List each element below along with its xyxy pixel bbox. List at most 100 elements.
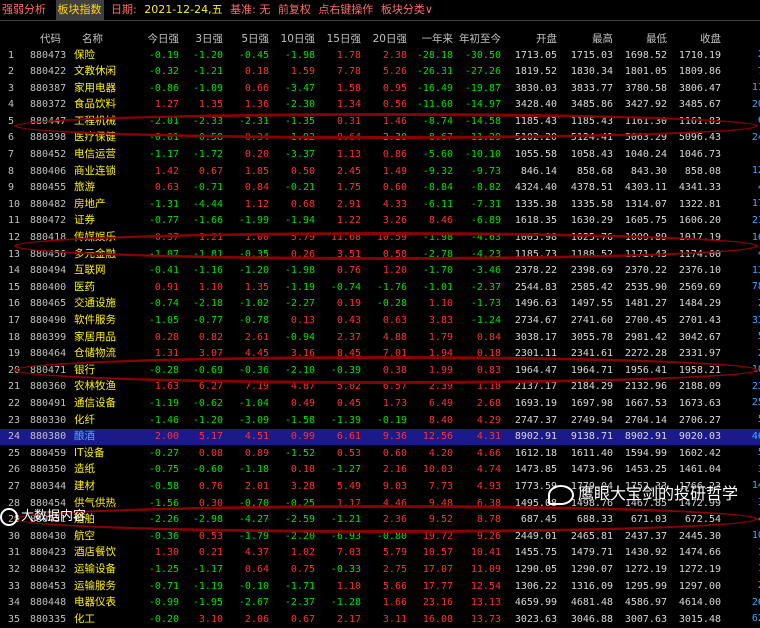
sector-name: 软件服务: [74, 314, 116, 326]
column-header[interactable]: 名称: [74, 29, 138, 47]
column-header[interactable]: 3日强: [182, 29, 226, 47]
table-row[interactable]: 23 880330 化纤 -1.46 -1.20 -3.09 -1.58 -1.39 -0.19…: [0, 412, 760, 429]
table-row[interactable]: 12 880418 传媒娱乐 0.37 1.21 1.00 5.79 11.68 10.59 -1…: [0, 230, 760, 247]
table-row[interactable]: 1 880473 保险 -0.19 -1.20 -0.45 -1.98 1.78 2.38 -28…: [0, 47, 760, 64]
sector-code: 880387: [30, 82, 67, 94]
cell-value: 6.27: [198, 381, 223, 393]
column-header[interactable]: 一年来: [410, 29, 456, 47]
cell-value: 6.57: [382, 381, 407, 393]
table-row[interactable]: 15 880400 医药 0.91 1.10 1.35 -1.19 -0.74 -1.76 -1.…: [0, 279, 760, 296]
column-header[interactable]: 最高: [560, 29, 616, 47]
table-row[interactable]: 2 880422 文教休闲 -0.32 -1.21 0.18 1.59 7.78 5.26 -26…: [0, 64, 760, 81]
column-header[interactable]: 今日强: [138, 29, 182, 47]
table-row[interactable]: 5 880447 工程机械 -2.01 -2.33 -2.31 -1.35 0.31 1.46 -…: [0, 113, 760, 130]
table-row[interactable]: 21 880360 农林牧渔 1.63 6.27 7.19 4.87 5.02 6.57 2.39…: [0, 379, 760, 396]
sector-name: 房地产: [74, 197, 106, 210]
cell-value: 1040.24: [624, 149, 667, 161]
sector-name: 家用电器: [74, 81, 116, 94]
total-amount: 179.4亿: [724, 196, 760, 213]
cell-value: -6.11: [422, 198, 453, 210]
sector-code: 880447: [30, 115, 67, 127]
row-index: 23: [8, 414, 21, 426]
cell-value: 0.53: [198, 530, 223, 542]
table-row[interactable]: 4 880372 食品饮料 1.27 1.35 1.36 -2.30 1.34 0.56 -11.…: [0, 97, 760, 114]
cell-value: 672.54: [684, 514, 721, 526]
column-header[interactable]: 年初至今: [456, 29, 504, 47]
column-header[interactable]: 5日强: [226, 29, 272, 47]
table-row[interactable]: 35 880335 化工 -0.20 3.10 2.06 0.67 2.17 3.11 16.08…: [0, 611, 760, 628]
column-header[interactable]: 总金额: [724, 29, 760, 47]
table-row[interactable]: 6 880398 医疗保健 -0.01 -0.58 0.34 -1.92 0.64 -2.30 -…: [0, 130, 760, 147]
cell-value: 1.20: [382, 265, 407, 277]
cell-value: 1481.27: [624, 298, 667, 310]
column-header[interactable]: [0, 29, 30, 47]
cell-value: -1.46: [148, 414, 179, 426]
cell-value: 1.66: [382, 597, 407, 609]
table-row[interactable]: 24 880380 酿酒 2.00 5.17 4.51 0.99 6.61 9.36 12.56 4…: [0, 428, 760, 446]
table-row[interactable]: 30 880430 航空 -0.36 0.53 -1.79 -2.20 -6.93 -0.80 1…: [0, 528, 760, 545]
table-row[interactable]: 10 880482 房地产 -1.31 -4.44 1.12 0.68 2.91 4.33 -6.…: [0, 196, 760, 213]
column-header[interactable]: 20日强: [364, 29, 410, 47]
cell-value: -2.59: [284, 514, 315, 526]
tab-strength-analysis[interactable]: 强弱分析: [0, 0, 48, 20]
table-row[interactable]: 22 880491 通信设备 -1.19 -0.62 -1.04 0.49 0.45 1.73 6…: [0, 395, 760, 412]
table-row[interactable]: 13 880456 多元金融 -1.07 -1.81 -0.35 0.26 3.51 0.58 -…: [0, 246, 760, 263]
table-row[interactable]: 26 880350 造纸 -0.75 -0.60 -1.18 0.18 -1.27 2.16 10…: [0, 462, 760, 479]
table-row[interactable]: 20 880471 银行 -0.28 -0.69 -0.36 -2.10 -0.39 0.38 1…: [0, 362, 760, 379]
column-header[interactable]: 代码: [30, 29, 74, 47]
cell-value: 0.84: [244, 182, 269, 194]
table-row[interactable]: 29 880431 船舶 -2.26 -2.98 -4.27 -2.59 -1.21 2.36 9…: [0, 512, 760, 529]
table-row[interactable]: 32 880432 运输设备 -1.25 -1.17 0.64 0.75 -0.33 2.75 1…: [0, 561, 760, 578]
cell-value: 3007.63: [624, 613, 667, 625]
base-selector[interactable]: 基准: 无: [230, 0, 270, 20]
table-row[interactable]: 11 880472 证券 -0.77 -1.66 -1.99 -1.94 1.22 3.26 8.…: [0, 213, 760, 230]
cell-value: -1.01: [422, 281, 453, 293]
column-header[interactable]: 15日强: [318, 29, 364, 47]
sector-code: 880473: [30, 49, 67, 61]
cell-value: 3038.17: [514, 331, 557, 343]
cell-value: 1188.52: [570, 248, 613, 260]
table-row[interactable]: 9 880455 旅游 0.63 -0.71 0.84 -0.21 1.75 0.60 -8.84…: [0, 180, 760, 197]
cell-value: 1.31: [154, 348, 179, 360]
cell-value: 3055.78: [570, 331, 613, 343]
column-header[interactable]: 收盘: [670, 29, 724, 47]
cell-value: -0.21: [284, 182, 315, 194]
cell-value: 1479.71: [570, 547, 613, 559]
table-row[interactable]: 3 880387 家用电器 -0.86 -1.09 0.66 -3.47 1.58 0.95 -1…: [0, 80, 760, 97]
cell-value: -1.20: [192, 414, 223, 426]
table-row[interactable]: 14 880494 互联网 -0.41 -1.16 -1.20 -1.98 0.76 1.20 -…: [0, 263, 760, 280]
sector-code: 880459: [30, 447, 67, 459]
table-row[interactable]: 31 880423 酒店餐饮 1.30 0.21 4.37 1.02 7.03 5.79 10.5…: [0, 545, 760, 562]
cell-value: 2398.69: [570, 265, 613, 277]
cell-value: -1.35: [284, 115, 315, 127]
cell-value: 0.67: [198, 165, 223, 177]
table-row[interactable]: 18 880399 家居用品 0.28 0.82 2.61 -0.94 2.37 4.88 1.7…: [0, 329, 760, 346]
column-header[interactable]: 最低: [616, 29, 670, 47]
cell-value: 1.17: [336, 497, 361, 509]
table-row[interactable]: 25 880459 IT设备 -0.27 0.08 0.89 -1.52 0.53 0.60 4.…: [0, 445, 760, 462]
cell-value: 3.10: [198, 613, 223, 625]
table-row[interactable]: 19 880464 仓储物流 1.31 3.07 4.45 3.16 8.45 7.01 1.94…: [0, 346, 760, 363]
column-header[interactable]: 10日强: [272, 29, 318, 47]
table-row[interactable]: 16 880465 交通设施 -0.74 -2.18 -1.02 -2.27 0.19 -0.2…: [0, 296, 760, 313]
tab-sector-index[interactable]: 板块指数: [55, 0, 104, 20]
sector-code: 880453: [30, 580, 67, 592]
cell-value: 0.64: [244, 563, 269, 575]
column-header[interactable]: 开盘: [504, 29, 560, 47]
sector-code: 880422: [30, 66, 67, 78]
cell-value: 0.53: [336, 447, 361, 459]
row-index: 15: [8, 281, 21, 293]
sector-category-dropdown[interactable]: 板块分类∨: [381, 0, 433, 20]
cell-value: 1496.63: [514, 298, 557, 310]
row-index: 13: [8, 248, 21, 260]
forward-adjust-button[interactable]: 前复权: [278, 0, 311, 20]
table-row[interactable]: 7 880452 电信运营 -1.17 -1.72 0.20 -3.37 1.13 0.86 -5…: [0, 147, 760, 164]
table-row[interactable]: 8 880406 商业连锁 1.42 0.67 1.85 0.50 2.45 1.49 -9.32…: [0, 163, 760, 180]
table-row[interactable]: 17 880490 软件服务 -1.05 -0.77 -0.78 0.13 0.43 0.63 3…: [0, 313, 760, 330]
cell-value: -1.81: [192, 248, 223, 260]
table-row[interactable]: 33 880453 运输服务 -0.71 -1.19 -0.10 -1.71 1.10 5.66…: [0, 578, 760, 595]
table-row[interactable]: 34 880448 电器仪表 -0.99 -1.95 -2.67 -2.37 -1.28 1.6…: [0, 595, 760, 612]
cell-value: 1.94: [428, 348, 453, 360]
cell-value: 6.61: [318, 428, 364, 446]
cell-value: 1.59: [290, 66, 315, 78]
